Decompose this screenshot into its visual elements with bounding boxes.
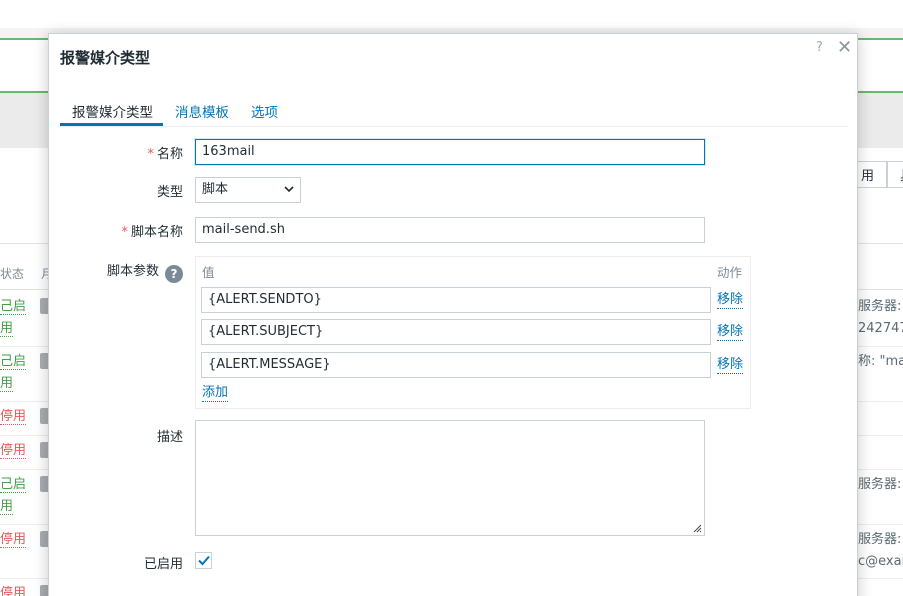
background-status[interactable]: 己启用 [0, 474, 27, 518]
script-params-label: 脚本参数? [107, 260, 183, 283]
media-type-dialog: 报警媒介类型 ? ✕ 报警媒介类型 消息模板 选项 * 名称 163mail 类型… [48, 33, 858, 596]
background-status[interactable]: 停用 [0, 529, 27, 551]
background-row-detail: 称: "mai [858, 354, 903, 369]
background-status-text: 停用 [0, 443, 27, 459]
background-status-text: 停用 [0, 586, 27, 596]
background-status[interactable]: 停用 [0, 440, 27, 462]
background-status-text: 己启 [0, 354, 27, 370]
background-status[interactable]: 停用 [0, 583, 27, 596]
type-select-value: 脚本 [202, 182, 229, 197]
remove-param-link[interactable]: 移除 [717, 357, 744, 374]
script-name-label: * 脚本名称 [121, 225, 183, 240]
script-param-input[interactable]: {ALERT.SUBJECT} [201, 319, 711, 345]
background-status-text: 停用 [0, 532, 27, 548]
tab-media-type[interactable]: 报警媒介类型 [72, 101, 153, 121]
params-col-value: 值 [202, 265, 215, 280]
background-status-text: 停用 [0, 409, 27, 425]
tab-options[interactable]: 选项 [251, 101, 278, 121]
script-param-input[interactable]: {ALERT.MESSAGE} [201, 352, 711, 378]
name-label: * 名称 [147, 147, 183, 162]
background-status-text: 用 [0, 376, 14, 392]
background-status[interactable]: 己启用 [0, 296, 27, 340]
background-status[interactable]: 己启用 [0, 351, 27, 395]
background-status[interactable]: 停用 [0, 406, 27, 428]
background-status-text: 己启 [0, 477, 27, 493]
tab-message-templates[interactable]: 消息模板 [175, 101, 229, 121]
background-row-detail: 2427479 [858, 321, 903, 336]
enabled-checkbox[interactable] [195, 552, 212, 569]
resize-handle-icon[interactable] [693, 524, 702, 533]
close-icon[interactable]: ✕ [837, 37, 852, 58]
background-col-status: 状态 [0, 267, 25, 281]
background-button[interactable]: 具 [887, 161, 903, 188]
active-tab-indicator [60, 123, 163, 126]
description-label: 描述 [156, 430, 183, 445]
type-select[interactable]: 脚本 [195, 177, 301, 203]
dialog-tabs: 报警媒介类型 消息模板 选项 [60, 93, 848, 127]
background-row-detail: 服务器: [858, 532, 902, 547]
description-textarea[interactable] [195, 420, 705, 536]
remove-param-link[interactable]: 移除 [717, 292, 744, 309]
params-col-action: 动作 [717, 265, 743, 280]
enabled-label: 已启用 [143, 557, 183, 572]
dialog-title: 报警媒介类型 [60, 49, 151, 67]
help-icon[interactable]: ? [816, 40, 823, 55]
background-top-bar [0, 0, 903, 28]
background-status-text: 用 [0, 499, 14, 515]
script-params-table: 值 动作 {ALERT.SENDTO} 移除 {ALERT.SUBJECT} 移… [195, 256, 751, 409]
background-row-detail: 服务器: [858, 477, 902, 492]
background-row-detail: 服务器: [858, 299, 902, 314]
checkmark-icon [198, 555, 210, 566]
script-param-input[interactable]: {ALERT.SENDTO} [201, 287, 711, 313]
name-input[interactable]: 163mail [195, 139, 705, 165]
remove-param-link[interactable]: 移除 [717, 324, 744, 341]
chevron-down-icon [284, 186, 294, 193]
type-label: 类型 [156, 185, 183, 200]
question-mark-icon[interactable]: ? [165, 265, 183, 283]
add-param-link[interactable]: 添加 [202, 385, 229, 402]
background-row-detail: c@exam [858, 554, 903, 569]
background-status-text: 己启 [0, 299, 27, 315]
background-status-text: 用 [0, 321, 14, 337]
script-name-input[interactable]: mail-send.sh [195, 217, 705, 243]
